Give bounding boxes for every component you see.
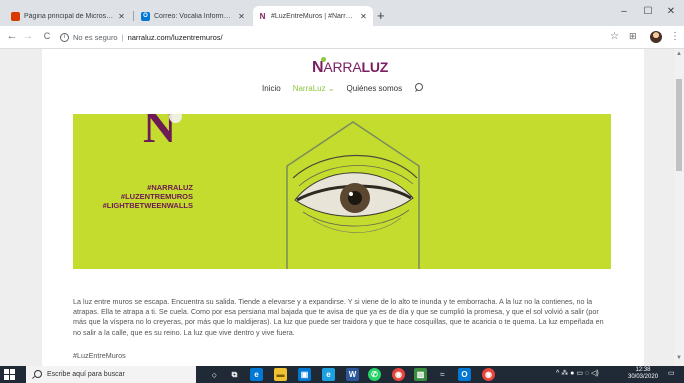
tab-microsoft-office[interactable]: Página principal de Microsoft Of ✕: [6, 6, 131, 26]
address-bar[interactable]: i No es seguro | narraluz.com/luzentremu…: [60, 30, 620, 45]
sketch-icon[interactable]: ≈: [436, 368, 449, 381]
edge-icon[interactable]: e: [250, 368, 263, 381]
maximize-button[interactable]: ☐: [638, 6, 658, 17]
new-tab-button[interactable]: +: [377, 9, 385, 22]
info-icon[interactable]: i: [60, 33, 69, 42]
logo-arra: ARRA: [323, 59, 362, 75]
menu-item-inicio[interactable]: Inicio: [262, 84, 281, 93]
system-tray-icons[interactable]: ^ ⁂ ● ▭ ◌ ◁): [556, 369, 599, 377]
chrome-menu-icon[interactable]: ⋮: [670, 31, 680, 42]
file-explorer-icon[interactable]: ▬: [274, 368, 287, 381]
hero-tag: #LUZENTREMUROS: [120, 192, 193, 201]
page-content: N ARRA LUZ Inicio NarraLuz ⌄ Quiénes som…: [42, 49, 644, 366]
menu-item-narraluz[interactable]: NarraLuz ⌄: [293, 84, 335, 93]
forward-button[interactable]: →: [21, 30, 35, 42]
photos-icon[interactable]: ▨: [414, 368, 427, 381]
article-paragraph: La luz entre muros se escapa. Encuentra …: [73, 297, 604, 337]
logo-luz: LUZ: [361, 59, 389, 75]
hero-image: N #NARRALUZ #LUZENTREMUROS #LIGHTBETWEEN…: [73, 114, 611, 269]
tab-title: Correo: Vocalia Información Med: [154, 12, 234, 20]
url-text[interactable]: narraluz.com/luzentremuros/: [128, 33, 223, 42]
windows-taskbar: Escribe aquí para buscar ○ ⧉ e ▬ ▣ e W ✆…: [0, 366, 684, 383]
tab-close-icon[interactable]: ✕: [117, 12, 126, 21]
tab-title: #LuzEntreMuros | #NarraLuz: [271, 12, 356, 20]
tab-separator: [133, 11, 134, 21]
profile-avatar[interactable]: [650, 31, 662, 43]
clock-time: 12:38: [635, 367, 651, 373]
tab-strip: Página principal de Microsoft Of ✕ O Cor…: [0, 0, 684, 26]
whatsapp-icon[interactable]: ✆: [368, 368, 381, 381]
clock-date: 30/03/2020: [628, 374, 659, 380]
windows-start-icon[interactable]: [4, 369, 15, 380]
tab-outlook-mail[interactable]: O Correo: Vocalia Información Med ✕: [136, 6, 251, 26]
store-icon[interactable]: ▣: [298, 368, 311, 381]
taskbar-search-placeholder: Escribe aquí para buscar: [47, 371, 125, 378]
word-icon[interactable]: W: [346, 368, 359, 381]
ie-icon[interactable]: e: [322, 368, 335, 381]
logo-n: N: [312, 57, 327, 76]
search-icon[interactable]: [414, 83, 424, 93]
house-eye-illustration: [286, 121, 420, 269]
notifications-icon[interactable]: ▭: [668, 369, 675, 377]
tab-close-icon[interactable]: ✕: [237, 12, 246, 21]
scroll-up-arrow-icon[interactable]: ▲: [674, 51, 684, 57]
chrome-icon[interactable]: ◉: [392, 368, 405, 381]
tab-luzentremuros[interactable]: N #LuzEntreMuros | #NarraLuz ✕: [253, 6, 373, 26]
taskbar-search-box[interactable]: Escribe aquí para buscar: [26, 366, 196, 383]
task-view-icon[interactable]: ⧉: [228, 368, 241, 381]
article-hashtag[interactable]: #LuzEntreMuros: [73, 351, 126, 360]
menu-item-quienes-somos[interactable]: Quiénes somos: [347, 84, 403, 93]
tab-close-icon[interactable]: ✕: [359, 12, 368, 21]
hero-brand-dot: [169, 114, 182, 123]
page-viewport: N ARRA LUZ Inicio NarraLuz ⌄ Quiénes som…: [0, 49, 684, 366]
cortana-icon[interactable]: ○: [208, 368, 221, 381]
minimize-button[interactable]: –: [614, 6, 634, 17]
scrollbar-thumb[interactable]: [676, 79, 682, 171]
back-button[interactable]: ←: [5, 30, 19, 42]
close-window-button[interactable]: ✕: [661, 6, 681, 17]
hero-tag: #NARRALUZ: [147, 183, 193, 192]
scroll-down-arrow-icon[interactable]: ▼: [674, 355, 684, 361]
security-label: No es seguro: [73, 33, 118, 42]
search-icon: [32, 370, 42, 379]
chrome-window-icon[interactable]: ◉: [482, 368, 495, 381]
outlook-icon: O: [141, 11, 150, 21]
tab-title: Página principal de Microsoft Of: [24, 12, 114, 20]
main-menu: Inicio NarraLuz ⌄ Quiénes somos: [262, 83, 424, 93]
office-icon: [11, 11, 20, 21]
hero-tag: #LIGHTBETWEENWALLS: [102, 201, 193, 210]
reload-button[interactable]: C: [40, 31, 54, 41]
outlook-icon[interactable]: O: [458, 368, 471, 381]
site-logo[interactable]: N ARRA LUZ: [312, 57, 389, 77]
narraluz-favicon-icon: N: [258, 11, 267, 21]
hero-hashtags: #NARRALUZ #LUZENTREMUROS #LIGHTBETWEENWA…: [93, 183, 193, 210]
omnibox-separator: |: [121, 33, 124, 42]
bookmark-star-icon[interactable]: ☆: [610, 31, 619, 42]
taskbar-clock[interactable]: 12:38 30/03/2020: [628, 367, 658, 381]
browser-toolbar: ← → C i No es seguro | narraluz.com/luze…: [0, 26, 684, 49]
extensions-icon[interactable]: ⊞: [629, 31, 637, 42]
